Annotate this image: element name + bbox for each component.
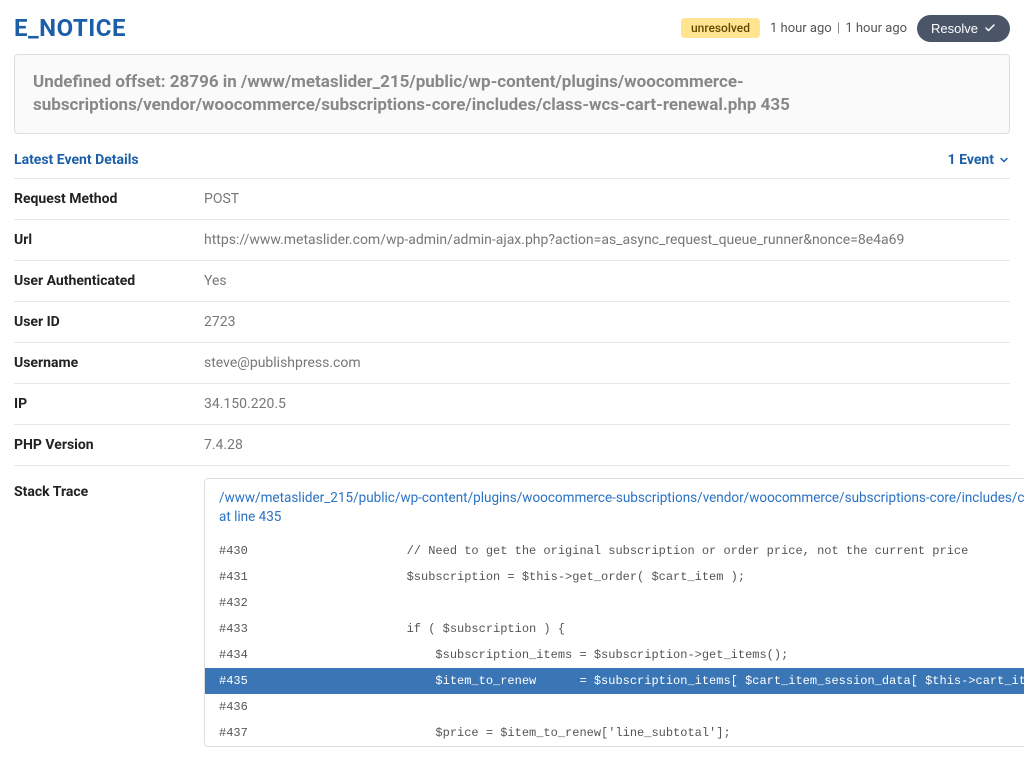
check-icon (984, 22, 996, 34)
timestamps: 1 hour ago | 1 hour ago (770, 21, 907, 36)
detail-label: IP (14, 396, 204, 412)
detail-row-user-id: User ID 2723 (14, 301, 1010, 342)
event-count-label: 1 Event (948, 152, 994, 168)
code-line-text (349, 596, 1024, 610)
code-line-text: if ( $subscription ) { (349, 622, 1024, 636)
code-line-number: #435 (219, 674, 349, 688)
stack-frame-file: /www/metaslider_215/public/wp-content/pl… (219, 489, 1024, 528)
code-line-number: #436 (219, 700, 349, 714)
detail-value: 2723 (204, 314, 1010, 330)
time-separator: | (837, 21, 840, 36)
code-line-text (349, 700, 1024, 714)
detail-value: 34.150.220.5 (204, 396, 1010, 412)
time-last: 1 hour ago (845, 21, 907, 36)
code-line-number: #431 (219, 570, 349, 584)
details-header: Latest Event Details 1 Event (14, 152, 1010, 178)
code-line: #433 if ( $subscription ) { (205, 616, 1024, 642)
code-line-text: $subscription = $this->get_order( $cart_… (349, 570, 1024, 584)
resolve-button[interactable]: Resolve (917, 15, 1010, 42)
error-title: E_NOTICE (14, 14, 126, 42)
code-line: #432 (205, 590, 1024, 616)
detail-value: POST (204, 191, 1010, 207)
code-block: #430 // Need to get the original subscri… (205, 538, 1024, 746)
detail-row-request-method: Request Method POST (14, 178, 1010, 219)
header-actions: unresolved 1 hour ago | 1 hour ago Resol… (681, 15, 1010, 42)
resolve-button-label: Resolve (931, 21, 978, 36)
code-line-number: #433 (219, 622, 349, 636)
event-count-toggle[interactable]: 1 Event (948, 152, 1010, 168)
code-line-number: #432 (219, 596, 349, 610)
detail-row-stack-trace: Stack Trace /www/metaslider_215/public/w… (14, 465, 1010, 751)
detail-row-php-version: PHP Version 7.4.28 (14, 424, 1010, 465)
code-line: #431 $subscription = $this->get_order( $… (205, 564, 1024, 590)
detail-row-url: Url https://www.metaslider.com/wp-admin/… (14, 219, 1010, 260)
detail-label: User ID (14, 314, 204, 330)
details-title: Latest Event Details (14, 152, 139, 168)
code-line-number: #437 (219, 726, 349, 740)
code-line-text: $subscription_items = $subscription->get… (349, 648, 1024, 662)
code-line: #437 $price = $item_to_renew['line_subto… (205, 720, 1024, 746)
detail-value: Yes (204, 273, 1010, 289)
detail-row-username: Username steve@publishpress.com (14, 342, 1010, 383)
code-line-text: $item_to_renew = $subscription_items[ $c… (349, 674, 1024, 688)
stack-frame-header[interactable]: /www/metaslider_215/public/wp-content/pl… (205, 479, 1024, 538)
detail-label: Username (14, 355, 204, 371)
code-line: #436 (205, 694, 1024, 720)
stack-trace-content: /www/metaslider_215/public/wp-content/pl… (204, 478, 1024, 751)
code-line: #430 // Need to get the original subscri… (205, 538, 1024, 564)
detail-value: 7.4.28 (204, 437, 1010, 453)
code-line: #435 $item_to_renew = $subscription_item… (205, 668, 1024, 694)
detail-label: Stack Trace (14, 478, 204, 751)
detail-row-ip: IP 34.150.220.5 (14, 383, 1010, 424)
code-line-number: #434 (219, 648, 349, 662)
detail-row-user-authenticated: User Authenticated Yes (14, 260, 1010, 301)
detail-value: https://www.metaslider.com/wp-admin/admi… (204, 232, 1010, 248)
detail-value: steve@publishpress.com (204, 355, 1010, 371)
page-header: E_NOTICE unresolved 1 hour ago | 1 hour … (14, 14, 1010, 42)
detail-label: Request Method (14, 191, 204, 207)
detail-label: Url (14, 232, 204, 248)
detail-label: PHP Version (14, 437, 204, 453)
code-line-text: $price = $item_to_renew['line_subtotal']… (349, 726, 1024, 740)
time-first: 1 hour ago (770, 21, 832, 36)
code-line-text: // Need to get the original subscription… (349, 544, 1024, 558)
chevron-down-icon (998, 154, 1010, 166)
detail-label: User Authenticated (14, 273, 204, 289)
status-badge: unresolved (681, 18, 760, 38)
code-line-number: #430 (219, 544, 349, 558)
code-line: #434 $subscription_items = $subscription… (205, 642, 1024, 668)
stack-frame: /www/metaslider_215/public/wp-content/pl… (204, 478, 1024, 747)
error-message: Undefined offset: 28796 in /www/metaslid… (33, 71, 991, 117)
error-message-box: Undefined offset: 28796 in /www/metaslid… (14, 54, 1010, 134)
